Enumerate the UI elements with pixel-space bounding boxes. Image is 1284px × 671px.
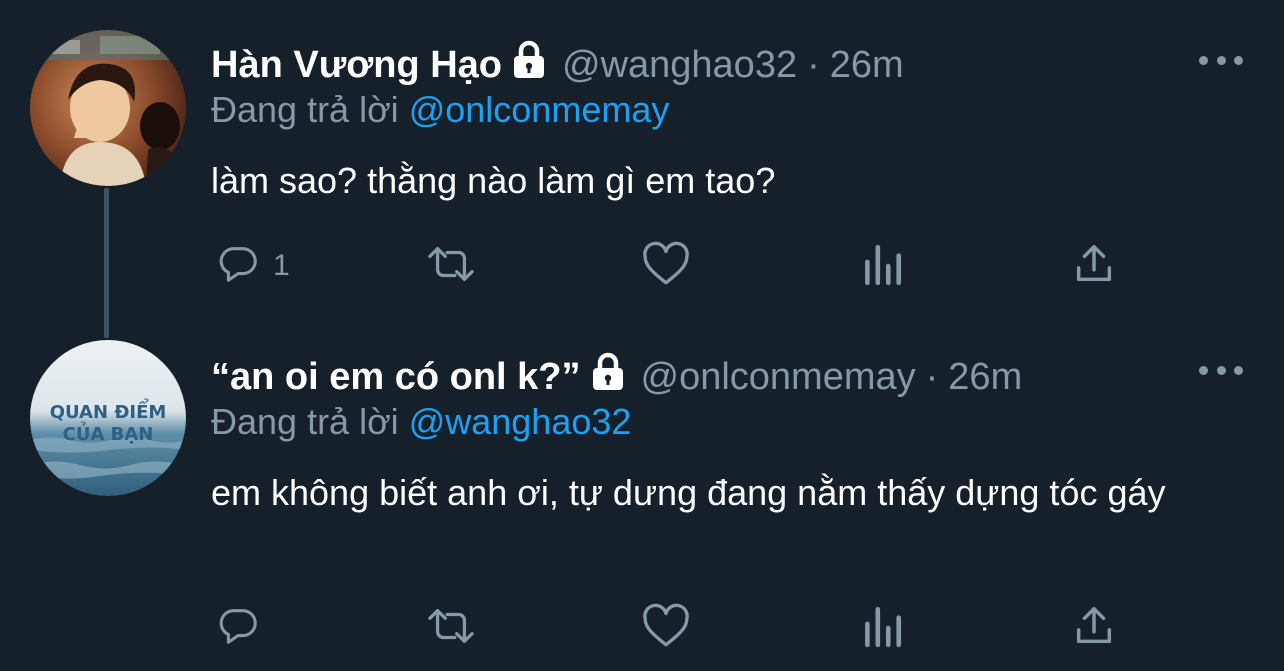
like-button[interactable] xyxy=(641,603,691,654)
more-icon[interactable] xyxy=(1199,360,1243,380)
share-icon xyxy=(1071,603,1117,654)
reply-prefix: Đang trả lời xyxy=(211,89,399,130)
reply-prefix: Đang trả lời xyxy=(211,401,399,442)
reply-context: Đang trả lời @onlconmemay xyxy=(211,88,669,132)
thread-view: Hàn Vương Hạo @wanghao32 · 26m Đang trả … xyxy=(0,0,1284,671)
retweet-icon xyxy=(423,603,479,654)
lock-icon xyxy=(512,40,546,90)
display-name[interactable]: “an oi em có onl k?” xyxy=(211,355,581,399)
analytics-button[interactable] xyxy=(861,243,903,289)
reply-icon xyxy=(215,241,261,292)
avatar[interactable] xyxy=(30,30,186,186)
retweet-button[interactable] xyxy=(423,243,479,289)
share-icon xyxy=(1071,241,1117,292)
reply-button[interactable] xyxy=(215,605,273,651)
avatar[interactable]: QUAN ĐIỂM CỦA BẠN xyxy=(30,340,186,496)
user-handle[interactable]: @onlconmemay xyxy=(641,355,916,399)
tweet-text: làm sao? thằng nào làm gì em tao? xyxy=(211,160,776,201)
meta-separator: · xyxy=(925,356,939,398)
reply-mention[interactable]: @onlconmemay xyxy=(409,89,670,130)
display-name[interactable]: Hàn Vương Hạo xyxy=(211,43,502,87)
more-icon[interactable] xyxy=(1199,50,1243,70)
lock-icon xyxy=(591,352,625,402)
like-button[interactable] xyxy=(641,241,691,292)
tweet-header: Hàn Vương Hạo @wanghao32 · 26m xyxy=(211,40,904,90)
analytics-button[interactable] xyxy=(861,605,903,651)
user-handle[interactable]: @wanghao32 xyxy=(562,43,797,87)
analytics-icon xyxy=(861,241,903,292)
like-icon xyxy=(641,603,691,654)
tweet-timestamp[interactable]: 26m xyxy=(948,355,1022,399)
retweet-icon xyxy=(423,241,479,292)
retweet-button[interactable] xyxy=(423,605,479,651)
share-button[interactable] xyxy=(1071,243,1117,289)
thread-connector xyxy=(104,188,109,338)
reply-icon xyxy=(215,603,261,654)
reply-count: 1 xyxy=(273,249,290,282)
tweet-timestamp[interactable]: 26m xyxy=(830,43,904,87)
tweet-header: “an oi em có onl k?” @onlconmemay · 26m xyxy=(211,352,1022,402)
like-icon xyxy=(641,241,691,292)
meta-separator: · xyxy=(807,44,820,86)
reply-button[interactable]: 1 xyxy=(215,243,290,289)
album-title-line1: QUAN ĐIỂM xyxy=(50,398,167,423)
reply-mention[interactable]: @wanghao32 xyxy=(409,401,632,442)
share-button[interactable] xyxy=(1071,605,1117,651)
reply-context: Đang trả lời @wanghao32 xyxy=(211,400,631,444)
album-title-line2: CỦA BẠN xyxy=(63,421,154,445)
tweet-text: em không biết anh ơi, tự dưng đang nằm t… xyxy=(211,472,1166,513)
analytics-icon xyxy=(861,603,903,654)
